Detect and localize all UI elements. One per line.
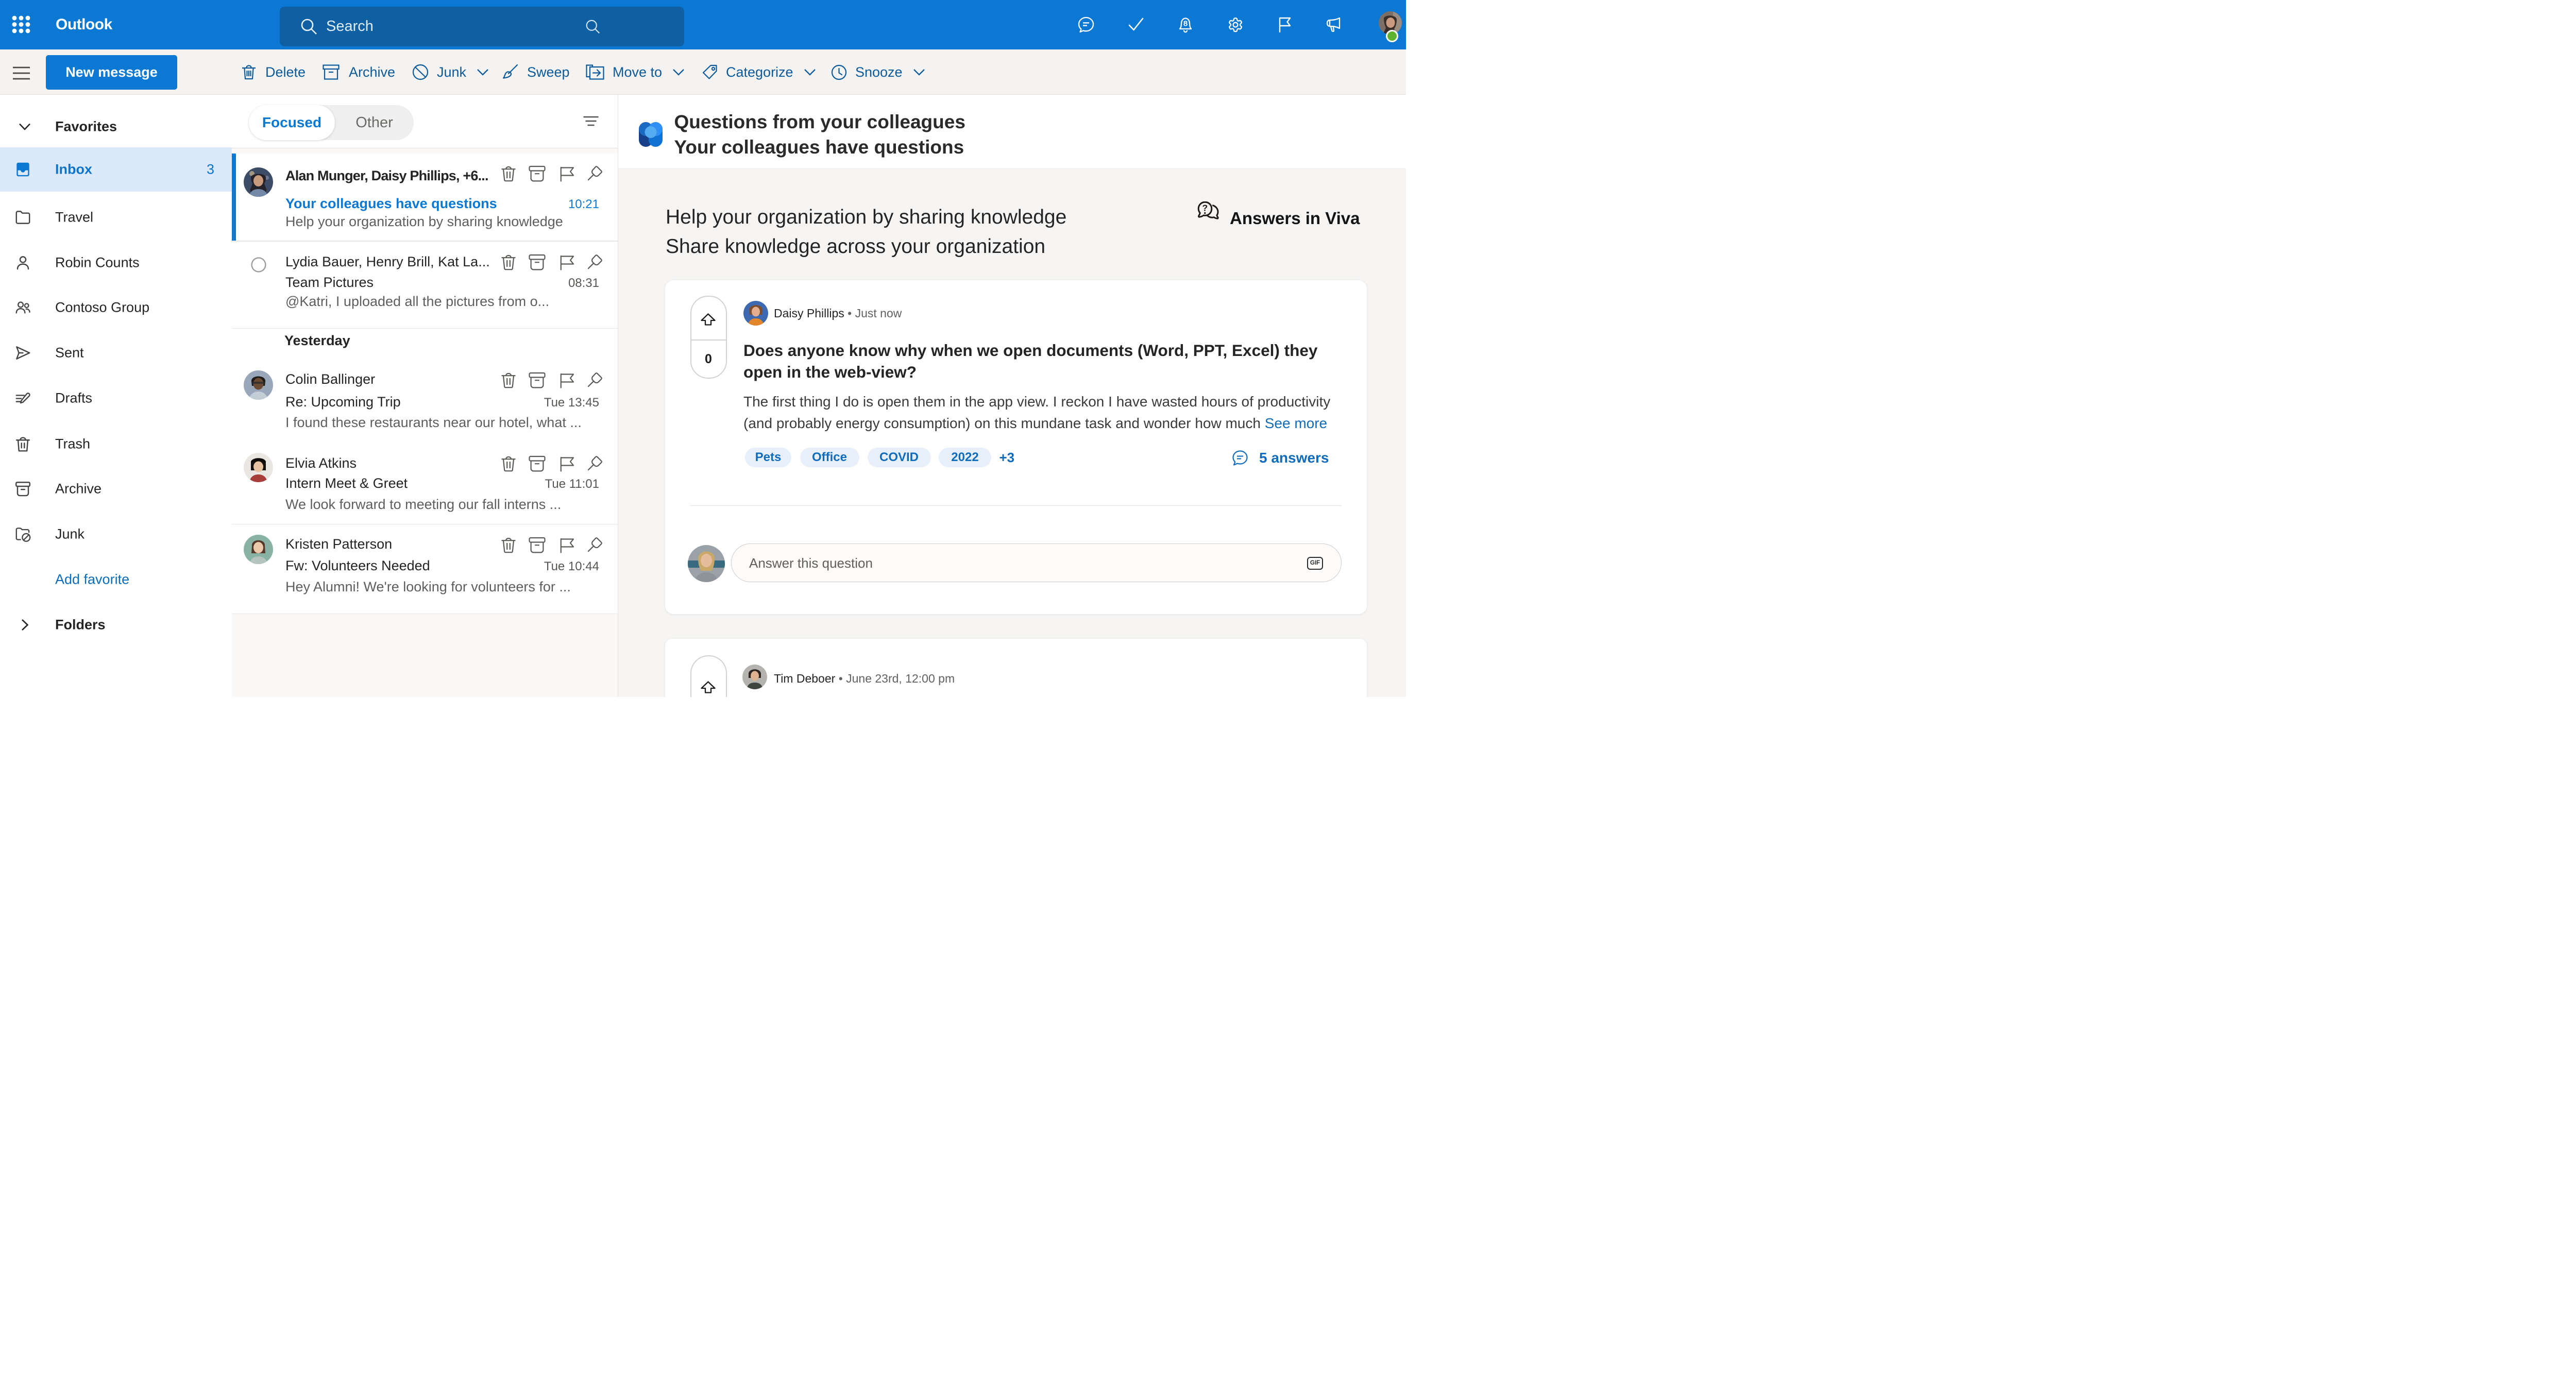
svg-text:8: 8 bbox=[1183, 20, 1188, 28]
svg-text:?: ? bbox=[1202, 203, 1208, 213]
